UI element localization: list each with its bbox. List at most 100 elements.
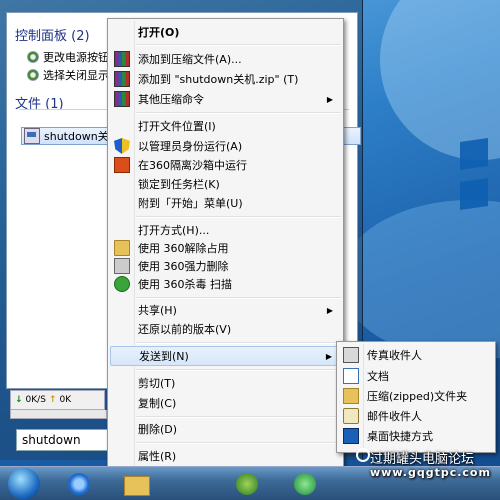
menu-item-360-force-delete[interactable]: 使用 360强力删除 (110, 256, 341, 276)
menu-item-360-antivirus[interactable]: 使用 360杀毒 扫描 (110, 274, 341, 294)
uac-shield-icon (114, 138, 130, 154)
arrow-icon (294, 473, 316, 495)
watermark: 过期罐头电脑论坛 www.gqgtpc.com (356, 444, 496, 494)
menu-label: 使用 360强力删除 (138, 260, 229, 273)
menu-label: 附到「开始」菜单(U) (138, 197, 243, 210)
menu-item-add-to-archive[interactable]: 添加到压缩文件(A)... (110, 49, 341, 69)
fax-icon (343, 347, 359, 363)
menu-item-open-with[interactable]: 打开方式(H)... (110, 220, 341, 240)
menu-item-pin-start[interactable]: 附到「开始」菜单(U) (110, 193, 341, 213)
network-speed-meter: ↓ 0K/S ↑ 0K (10, 390, 105, 410)
menu-item-copy[interactable]: 复制(C) (110, 393, 341, 413)
control-panel-group-title[interactable]: 控制面板 (2) (15, 25, 90, 44)
menu-item-delete[interactable]: 删除(D) (110, 419, 341, 439)
menu-item-pin-taskbar[interactable]: 锁定到任务栏(K) (110, 174, 341, 194)
menu-label: 剪切(T) (138, 377, 176, 390)
menu-item-restore-previous[interactable]: 还原以前的版本(V) (110, 319, 341, 339)
zip-folder-icon (343, 388, 359, 404)
menu-item-properties[interactable]: 属性(R) (110, 446, 341, 466)
menu-label: 桌面快捷方式 (367, 430, 433, 443)
taskbar-app-2[interactable] (286, 470, 324, 498)
control-panel-result[interactable]: 更改电源按钮 (27, 49, 109, 65)
upload-speed: 0K (59, 395, 72, 405)
menu-separator (136, 216, 341, 218)
shredder-icon (114, 258, 130, 274)
control-panel-result[interactable]: 选择关闭显示 (27, 67, 109, 83)
documents-icon (343, 368, 359, 384)
watermark-title: 过期罐头电脑论坛 (370, 452, 475, 467)
menu-label: 添加到 "shutdown关机.zip" (T) (138, 73, 299, 86)
menu-label: 使用 360杀毒 扫描 (138, 278, 232, 291)
windows-logo-wallpaper (450, 120, 500, 260)
menu-item-360-unlock[interactable]: 使用 360解除占用 (110, 238, 341, 258)
folder-icon (114, 240, 130, 256)
ie-icon (68, 473, 90, 495)
upload-arrow-icon: ↑ (48, 395, 57, 405)
360-antivirus-icon (114, 276, 130, 292)
menu-item-other-compress[interactable]: 其他压缩命令 ▶ (110, 89, 341, 109)
result-label: 更改电源按钮 (43, 51, 109, 64)
app-icon (236, 473, 258, 495)
menu-label: 复制(C) (138, 397, 177, 410)
winrar-icon (114, 51, 130, 67)
menu-separator (136, 342, 341, 344)
menu-item-share[interactable]: 共享(H) ▶ (110, 300, 341, 320)
watermark-url: www.gqgtpc.com (370, 466, 491, 479)
menu-label: 锁定到任务栏(K) (138, 178, 220, 191)
menu-item-360-sandbox[interactable]: 在360隔离沙箱中运行 (110, 155, 341, 175)
menu-label: 还原以前的版本(V) (138, 323, 232, 336)
send-to-zip-folder[interactable]: 压缩(zipped)文件夹 (339, 386, 493, 406)
menu-label: 添加到压缩文件(A)... (138, 53, 242, 66)
menu-separator (136, 442, 341, 444)
menu-label: 打开方式(H)... (138, 224, 210, 237)
winrar-icon (114, 91, 130, 107)
file-label: shutdown关 (44, 130, 109, 143)
watermark-logo-icon (356, 448, 370, 462)
taskbar-ie[interactable] (60, 470, 98, 498)
taskbar-explorer[interactable] (118, 470, 156, 498)
send-to-desktop-shortcut[interactable]: 桌面快捷方式 (339, 426, 493, 446)
network-meter-bar (10, 410, 107, 419)
submenu-arrow-icon: ▶ (326, 94, 333, 104)
submenu-arrow-icon: ▶ (325, 351, 332, 361)
menu-label: 属性(R) (138, 450, 177, 463)
send-to-fax[interactable]: 传真收件人 (339, 345, 493, 365)
download-speed: 0K/S (25, 395, 46, 405)
taskbar-app[interactable] (228, 470, 266, 498)
menu-label: 打开文件位置(I) (138, 120, 216, 133)
menu-label: 删除(D) (138, 423, 178, 436)
menu-label: 压缩(zipped)文件夹 (367, 390, 468, 403)
winrar-icon (114, 71, 130, 87)
menu-label: 发送到(N) (139, 350, 189, 363)
menu-separator (136, 416, 341, 418)
send-to-documents[interactable]: 文档 (339, 366, 493, 386)
folder-icon (124, 476, 150, 496)
menu-item-open[interactable]: 打开(O) (110, 22, 341, 42)
menu-label: 以管理员身份运行(A) (138, 140, 243, 153)
result-label: 选择关闭显示 (43, 69, 109, 82)
menu-label: 使用 360解除占用 (138, 242, 229, 255)
menu-label: 在360隔离沙箱中运行 (138, 159, 247, 172)
download-arrow-icon: ↓ (15, 395, 23, 405)
menu-label: 传真收件人 (367, 349, 422, 362)
menu-label: 文档 (367, 370, 389, 383)
send-to-submenu: 传真收件人 文档 压缩(zipped)文件夹 邮件收件人 桌面快捷方式 (336, 341, 496, 453)
context-menu: 打开(O) 添加到压缩文件(A)... 添加到 "shutdown关机.zip"… (107, 18, 344, 472)
menu-item-run-as-admin[interactable]: 以管理员身份运行(A) (110, 136, 341, 156)
mail-icon (343, 408, 359, 424)
360-sandbox-icon (114, 157, 130, 173)
control-panel-icon (27, 51, 39, 63)
start-orb-icon[interactable] (8, 468, 40, 500)
menu-label: 其他压缩命令 (138, 93, 204, 106)
send-to-mail[interactable]: 邮件收件人 (339, 406, 493, 426)
menu-item-open-file-location[interactable]: 打开文件位置(I) (110, 116, 341, 136)
desktop-icon (343, 428, 359, 444)
menu-separator (136, 44, 341, 46)
menu-label: 打开(O) (138, 26, 180, 39)
menu-item-send-to[interactable]: 发送到(N) ▶ (110, 346, 341, 366)
menu-label: 共享(H) (138, 304, 177, 317)
menu-item-add-to-zip[interactable]: 添加到 "shutdown关机.zip" (T) (110, 69, 341, 89)
menu-label: 邮件收件人 (367, 410, 422, 423)
menu-separator (136, 369, 341, 371)
menu-item-cut[interactable]: 剪切(T) (110, 373, 341, 393)
